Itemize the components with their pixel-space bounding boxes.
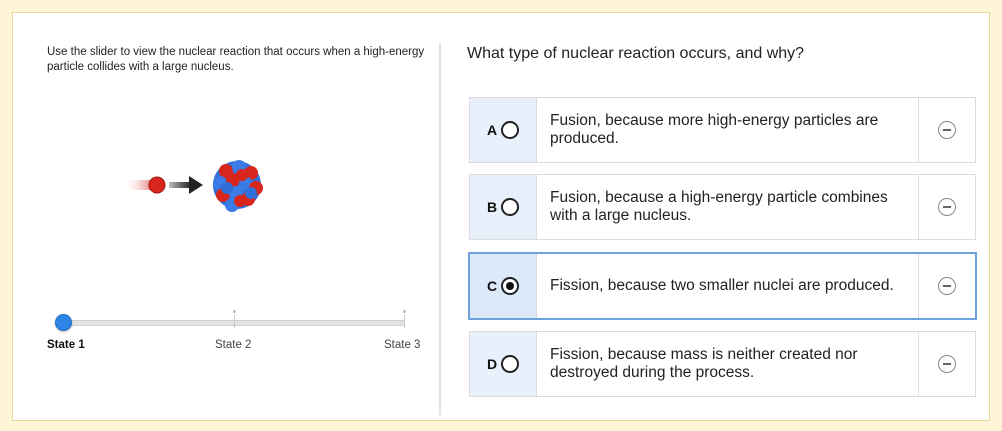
answer-choice-b[interactable]: B Fusion, because a high-energy particle… — [469, 174, 976, 240]
choice-b-selector[interactable]: B — [470, 175, 537, 239]
radio-button-d[interactable] — [501, 355, 520, 373]
arrow-head — [189, 176, 203, 194]
high-energy-particle — [148, 176, 166, 194]
particle-trail — [123, 180, 151, 190]
stimulus-panel: Use the slider to view the nuclear react… — [33, 13, 433, 420]
nuclear-reaction-illustration — [123, 160, 263, 212]
choice-letter: C — [486, 278, 498, 294]
state-slider-thumb[interactable] — [55, 314, 72, 331]
state-label-1[interactable]: State 1 — [47, 339, 85, 351]
eliminate-icon[interactable] — [938, 121, 956, 139]
answer-choice-a[interactable]: A Fusion, because more high-energy parti… — [469, 97, 976, 163]
panel-divider — [439, 43, 441, 415]
choice-letter: B — [486, 199, 498, 215]
slider-tick-dot-state-3 — [403, 310, 406, 313]
radio-button-b[interactable] — [501, 198, 520, 216]
question-text: What type of nuclear reaction occurs, an… — [467, 45, 805, 62]
choice-a-eliminate-cell — [918, 98, 975, 162]
eliminate-icon[interactable] — [938, 277, 956, 295]
choice-a-selector[interactable]: A — [470, 98, 537, 162]
arrow-shaft — [169, 182, 191, 188]
slider-tick-dot-state-2 — [233, 310, 236, 313]
large-nucleus — [213, 160, 263, 212]
choice-d-text[interactable]: Fission, because mass is neither created… — [550, 332, 910, 396]
choice-d-eliminate-cell — [918, 332, 975, 396]
choice-c-selector[interactable]: C — [470, 254, 537, 318]
answer-choice-d[interactable]: D Fission, because mass is neither creat… — [469, 331, 976, 397]
instruction-text: Use the slider to view the nuclear react… — [47, 46, 425, 73]
radio-button-a[interactable] — [501, 121, 520, 139]
choice-c-eliminate-cell — [918, 254, 975, 318]
choice-c-text[interactable]: Fission, because two smaller nuclei are … — [550, 254, 910, 318]
choice-letter: D — [486, 356, 498, 372]
slider-tick-state-3 — [404, 315, 405, 328]
answer-choice-c[interactable]: C Fission, because two smaller nuclei ar… — [468, 252, 977, 320]
choice-letter: A — [486, 122, 498, 138]
state-label-2[interactable]: State 2 — [215, 339, 251, 351]
choice-a-text[interactable]: Fusion, because more high-energy particl… — [550, 98, 910, 162]
choice-b-text[interactable]: Fusion, because a high-energy particle c… — [550, 175, 910, 239]
eliminate-icon[interactable] — [938, 355, 956, 373]
radio-button-c-selected[interactable] — [501, 277, 520, 295]
question-frame: Use the slider to view the nuclear react… — [12, 12, 990, 421]
eliminate-icon[interactable] — [938, 198, 956, 216]
choice-d-selector[interactable]: D — [470, 332, 537, 396]
choice-b-eliminate-cell — [918, 175, 975, 239]
state-label-3[interactable]: State 3 — [384, 339, 420, 351]
slider-tick-state-2 — [234, 315, 235, 328]
